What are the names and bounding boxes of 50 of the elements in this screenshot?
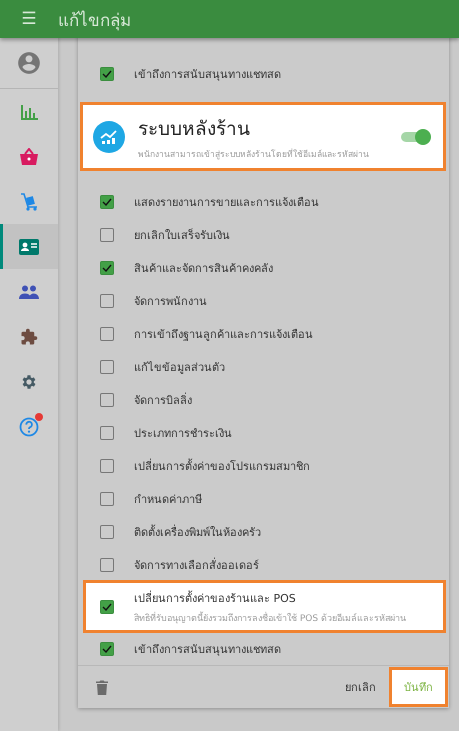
sidebar-item[interactable]: [0, 224, 58, 269]
checkbox[interactable]: [100, 260, 114, 274]
permission-label: เปลี่ยนการตั้งค่าของโปรแกรมสมาชิก: [134, 458, 310, 474]
checkbox[interactable]: [100, 558, 114, 572]
permission-label: ประเภทการชำระเงิน: [134, 426, 232, 442]
help-icon: [19, 416, 39, 436]
checkbox[interactable]: [100, 392, 114, 406]
settings-icon: [20, 372, 38, 390]
permission-description: สิทธิที่รับอนุญาตนี้ยังรวมถึงการลงชื่อเข้าใช้ POS ด้วยอีเมล์และรหัสผ่าน: [134, 610, 406, 624]
permission-label: การเข้าถึงฐานลูกค้าและการแจ้งเตือน: [134, 326, 313, 342]
checkbox[interactable]: [100, 360, 114, 374]
permission-label: แก้ไขข้อมูลส่วนตัว: [134, 360, 225, 376]
checkbox[interactable]: [100, 524, 114, 538]
permission-label: แสดงรายงานการขายและการแจ้งเตือน: [134, 194, 319, 210]
checkbox[interactable]: [100, 642, 114, 656]
permission-label: ยกเลิกใบเสร็จรับเงิน: [134, 227, 230, 244]
toggle-switch[interactable]: [401, 126, 431, 146]
basket-icon: [19, 148, 39, 166]
permission-label: กำหนดค่าภาษี: [134, 492, 202, 508]
checkbox[interactable]: [100, 458, 114, 472]
checkbox[interactable]: [100, 326, 114, 340]
trolley-icon: [19, 192, 39, 212]
avatar-icon: [16, 50, 42, 76]
permission-label: เปลี่ยนการตั้งค่าของร้านและ POS: [134, 590, 297, 606]
checkbox[interactable]: [100, 600, 114, 614]
section-title: ระบบหลังร้าน: [138, 116, 251, 142]
checkbox[interactable]: [100, 426, 114, 440]
page-title: แก้ไขกลุ่ม: [58, 10, 131, 32]
puzzle-icon: [20, 328, 38, 346]
checkbox[interactable]: [100, 492, 114, 506]
permission-label: สินค้าและจัดการสินค้าคงคลัง: [134, 260, 273, 276]
cancel-button[interactable]: ยกเลิก: [337, 672, 384, 702]
permission-label: จัดการบิลลิ่ง: [134, 392, 192, 408]
checkbox[interactable]: [100, 294, 114, 308]
trash-icon[interactable]: [96, 680, 108, 694]
section-description: พนักงานสามารถเข้าสู่ระบบหลังร้านโดยที่ใช้อีเมล์และรหัสผ่าน: [138, 147, 369, 160]
people-icon: [19, 284, 39, 298]
menu-icon[interactable]: ☰: [0, 9, 58, 29]
permission-label: จัดการพนักงาน: [134, 294, 207, 310]
growth-chart-icon: [93, 120, 125, 152]
checkbox[interactable]: [100, 66, 114, 80]
checkbox[interactable]: [100, 228, 114, 242]
permission-label: จัดการทางเลือกสั่งออเดอร์: [134, 556, 259, 574]
permission-label: ติดตั้งเครื่องพิมพ์ในห้องครัว: [134, 524, 261, 540]
bar-chart-icon: [20, 102, 38, 120]
permission-label: เข้าถึงการสนับสนุนทางแชทสด: [134, 66, 281, 82]
permission-label: เข้าถึงการสนับสนุนทางแชทสด: [134, 642, 281, 658]
checkbox[interactable]: [100, 194, 114, 208]
id-card-icon: [19, 238, 39, 254]
save-button[interactable]: บันทึก: [392, 670, 445, 704]
